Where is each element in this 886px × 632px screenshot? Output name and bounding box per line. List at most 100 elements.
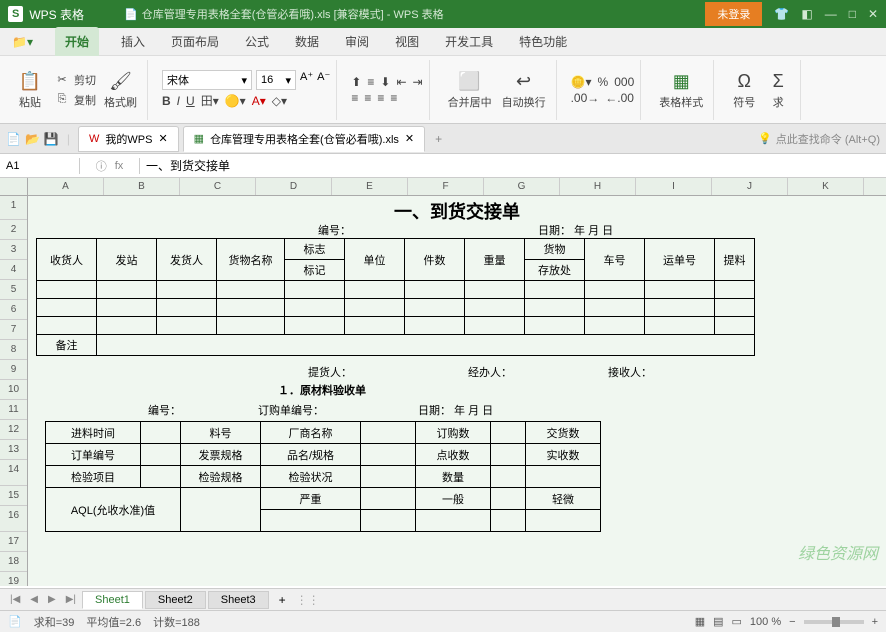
align-bot-icon[interactable]: ⬇ (380, 75, 390, 89)
add-tab-icon[interactable]: + (429, 132, 448, 146)
fx-label[interactable]: fx (115, 160, 124, 172)
wrap-button[interactable]: ↩自动换行 (498, 68, 550, 112)
font-size-select[interactable]: 16▾ (256, 70, 296, 90)
tab-formula[interactable]: 公式 (241, 27, 273, 56)
italic-icon[interactable]: I (177, 94, 180, 108)
col-J[interactable]: J (712, 178, 788, 195)
status-sum: 求和=39 (34, 614, 75, 630)
fx-icon[interactable]: ⓘ (96, 158, 107, 174)
shirt-icon[interactable]: 👕 (774, 7, 789, 21)
save-icon[interactable]: 💾 (44, 132, 59, 146)
col-E[interactable]: E (332, 178, 408, 195)
delivery-table: 收货人 发站 发货人 货物名称 标志 单位 件数 重量 货物 车号 运单号 提料… (36, 238, 755, 356)
close-tab-icon[interactable]: ✕ (158, 132, 167, 145)
status-bar: 📄 求和=39 平均值=2.6 计数=188 ▦ ▤ ▭ 100 % − + (0, 610, 886, 632)
currency-icon[interactable]: 🪙▾ (571, 75, 592, 89)
col-D[interactable]: D (256, 178, 332, 195)
decrease-font-icon[interactable]: A⁻ (317, 70, 330, 90)
doctab-mywps[interactable]: W我的WPS✕ (78, 126, 179, 152)
border-icon[interactable]: 田▾ (201, 92, 219, 109)
paste-button[interactable]: 📋粘贴 (14, 68, 46, 112)
view-reading-icon[interactable]: ▭ (732, 615, 742, 628)
inspection-table: 进料时间 料号 厂商名称 订购数 交货数 订单编号 发票规格 品名/规格 点收数… (45, 421, 601, 532)
app-name: WPS 表格 (29, 6, 84, 23)
new-icon[interactable]: 📄 (6, 132, 21, 146)
merge-button[interactable]: ⬜合并居中 (444, 68, 496, 112)
doc-title: 📄 仓库管理专用表格全套(仓管必看哦).xls [兼容模式] - WPS 表格 (124, 6, 444, 22)
tab-view[interactable]: 视图 (391, 27, 423, 56)
bold-icon[interactable]: B (162, 94, 171, 108)
comma-icon[interactable]: 000 (614, 75, 634, 89)
open-icon[interactable]: 📂 (25, 132, 40, 146)
prev-sheet-icon[interactable]: ◀ (26, 594, 42, 605)
dec-inc-icon[interactable]: .00→ (571, 91, 600, 105)
view-page-icon[interactable]: ▤ (713, 615, 723, 628)
sheet-tab-3[interactable]: Sheet3 (208, 591, 269, 609)
cut-button[interactable]: ✂剪切 (52, 71, 98, 89)
first-sheet-icon[interactable]: |◀ (6, 594, 24, 605)
spreadsheet-grid[interactable]: A B C D E F G H I J K 1 2 3 4 5 6 7 8 9 … (0, 178, 886, 588)
underline-icon[interactable]: U (186, 94, 195, 108)
doctab-file[interactable]: ▦仓库管理专用表格全套(仓管必看哦).xls✕ (183, 126, 425, 152)
close-tab-icon[interactable]: ✕ (405, 132, 414, 145)
tab-data[interactable]: 数据 (291, 27, 323, 56)
zoom-slider[interactable] (804, 620, 864, 624)
tab-layout[interactable]: 页面布局 (167, 27, 223, 56)
indent-dec-icon[interactable]: ⇤ (396, 75, 406, 89)
skin-icon[interactable]: ◧ (801, 7, 812, 21)
fill-color-icon[interactable]: 🟡▾ (225, 94, 246, 108)
tab-dev[interactable]: 开发工具 (441, 27, 497, 56)
col-A[interactable]: A (28, 178, 104, 195)
col-G[interactable]: G (484, 178, 560, 195)
font-name-select[interactable]: 宋体▾ (162, 70, 252, 90)
watermark: 绿色资源网 (798, 540, 878, 564)
tab-start[interactable]: 开始 (55, 27, 99, 56)
font-color-icon[interactable]: A▾ (252, 94, 266, 108)
file-menu[interactable]: 📁▾ (8, 29, 37, 55)
indent-inc-icon[interactable]: ⇥ (413, 75, 423, 89)
next-sheet-icon[interactable]: ▶ (44, 594, 60, 605)
format-painter-button[interactable]: 🖌格式刷 (100, 68, 141, 112)
dec-dec-icon[interactable]: ←.00 (605, 91, 634, 105)
login-button[interactable]: 未登录 (705, 2, 762, 26)
style-icon[interactable]: ◇▾ (272, 94, 287, 108)
percent-icon[interactable]: % (598, 75, 609, 89)
last-sheet-icon[interactable]: ▶| (62, 594, 80, 605)
col-K[interactable]: K (788, 178, 864, 195)
sheet-title: 一、到货交接单 (28, 198, 886, 224)
copy-button[interactable]: ⎘复制 (52, 91, 98, 109)
justify-icon[interactable]: ≡ (390, 91, 397, 105)
select-all-corner[interactable] (0, 178, 28, 195)
close-icon[interactable]: ✕ (868, 7, 878, 21)
align-top-icon[interactable]: ⬆ (351, 75, 361, 89)
add-sheet-icon[interactable]: + (271, 593, 294, 607)
cell-name-box[interactable]: A1 (0, 158, 80, 174)
col-I[interactable]: I (636, 178, 712, 195)
col-F[interactable]: F (408, 178, 484, 195)
sheet-tab-2[interactable]: Sheet2 (145, 591, 206, 609)
menu-bar: 📁▾ 开始 插入 页面布局 公式 数据 审阅 视图 开发工具 特色功能 (0, 28, 886, 56)
search-hint[interactable]: 💡 点此查找命令 (Alt+Q) (758, 131, 880, 147)
tab-insert[interactable]: 插入 (117, 27, 149, 56)
minimize-icon[interactable]: — (825, 7, 837, 21)
align-left-icon[interactable]: ≡ (351, 91, 358, 105)
table-style-button[interactable]: ▦表格样式 (655, 68, 707, 112)
sum-button[interactable]: Σ求 (762, 68, 794, 112)
col-H[interactable]: H (560, 178, 636, 195)
align-mid-icon[interactable]: ≡ (367, 75, 374, 89)
tab-review[interactable]: 审阅 (341, 27, 373, 56)
symbol-button[interactable]: Ω符号 (728, 68, 760, 112)
align-right-icon[interactable]: ≡ (377, 91, 384, 105)
increase-font-icon[interactable]: A⁺ (300, 70, 313, 90)
cells-area[interactable]: 一、到货交接单 编号： 日期： 年 月 日 收货人 发站 发货人 货物名称 标志… (28, 196, 886, 586)
page-layout-icon[interactable]: 📄 (8, 615, 22, 628)
align-center-icon[interactable]: ≡ (364, 91, 371, 105)
view-normal-icon[interactable]: ▦ (695, 615, 705, 628)
document-tabs: 📄 📂 💾 | W我的WPS✕ ▦仓库管理专用表格全套(仓管必看哦).xls✕ … (0, 124, 886, 154)
formula-input[interactable]: 一、到货交接单 (140, 155, 886, 176)
sheet-tab-1[interactable]: Sheet1 (82, 591, 143, 609)
col-B[interactable]: B (104, 178, 180, 195)
maximize-icon[interactable]: □ (849, 7, 856, 21)
tab-special[interactable]: 特色功能 (515, 27, 571, 56)
col-C[interactable]: C (180, 178, 256, 195)
